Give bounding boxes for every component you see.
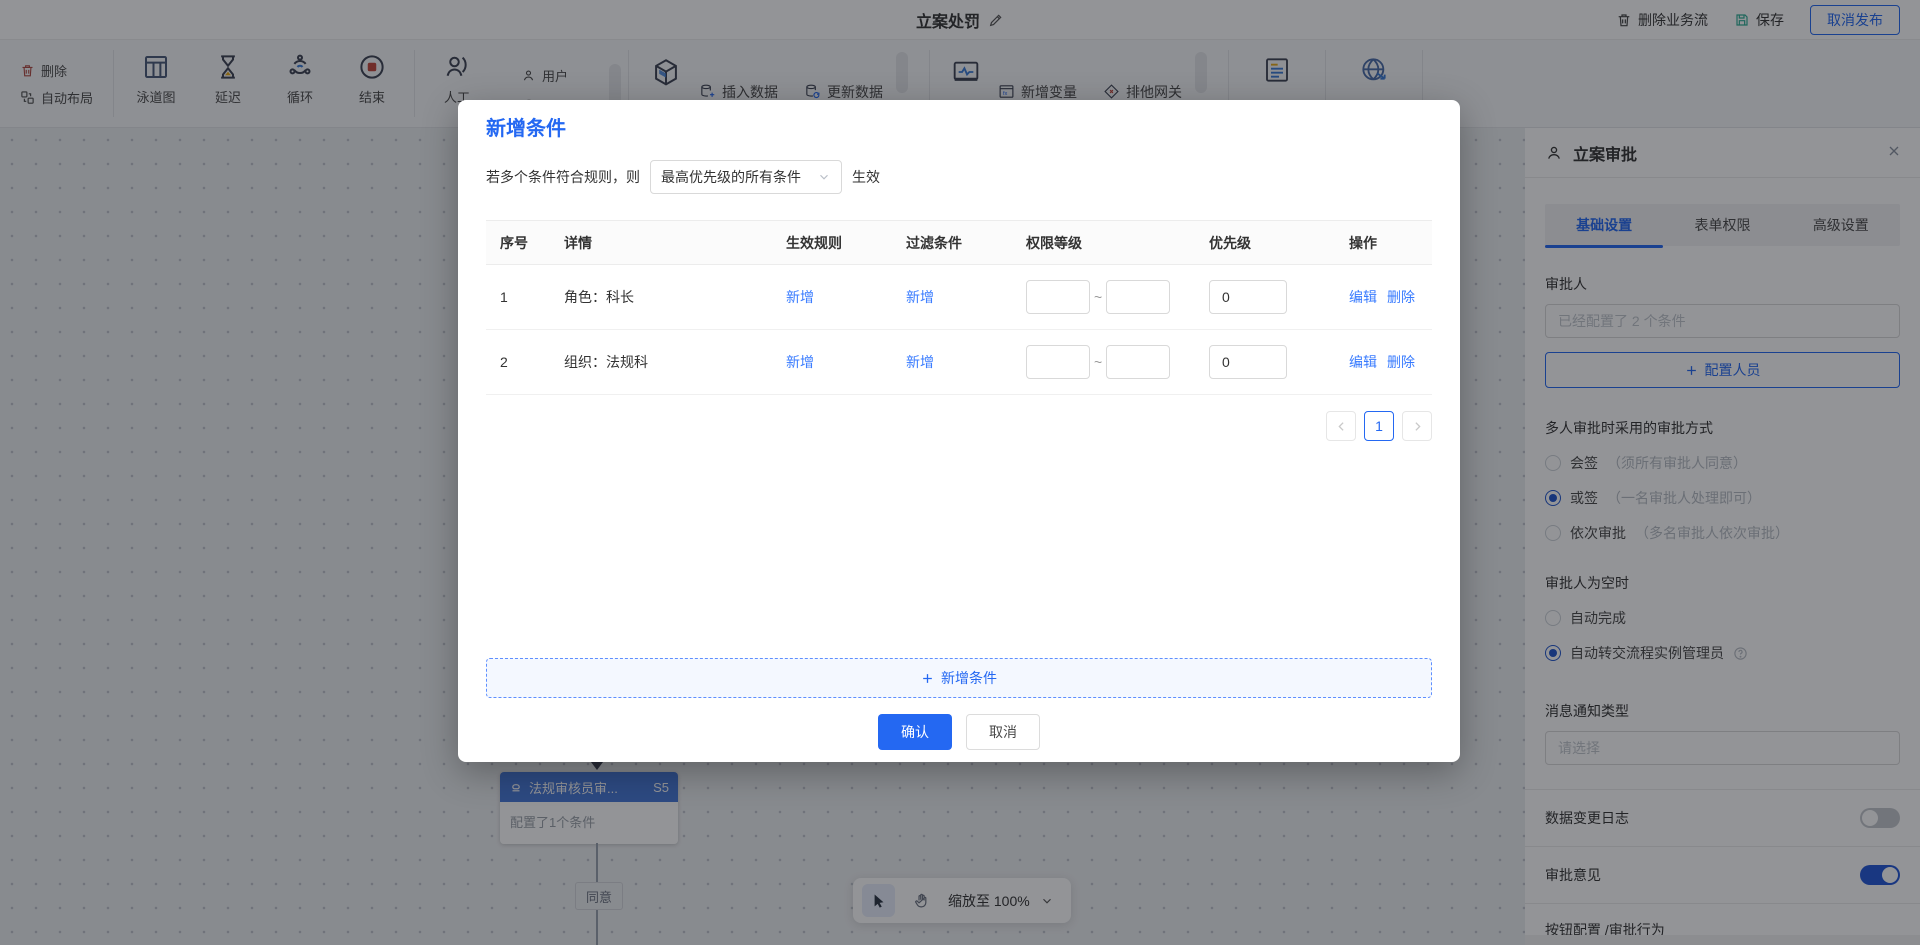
rule-select-value: 最高优先级的所有条件 — [661, 167, 801, 187]
prev-page-button[interactable] — [1326, 411, 1356, 441]
col-header: 权限等级 — [1012, 233, 1195, 253]
modal-footer: 确认 取消 — [458, 714, 1460, 750]
edit-row-link[interactable]: 编辑 — [1349, 352, 1377, 372]
col-header: 生效规则 — [772, 233, 892, 253]
cell-detail: 角色：科长 — [550, 287, 772, 307]
priority-input[interactable] — [1209, 345, 1287, 379]
col-header: 优先级 — [1195, 233, 1335, 253]
plus-icon — [921, 672, 934, 685]
cell-actions: 编辑 删除 — [1335, 352, 1432, 372]
range-separator: ~ — [1094, 354, 1102, 370]
add-filter-link[interactable]: 新增 — [906, 287, 934, 307]
add-effective-rule-link[interactable]: 新增 — [786, 287, 814, 307]
rule-select[interactable]: 最高优先级的所有条件 — [650, 160, 842, 194]
add-filter-link[interactable]: 新增 — [906, 352, 934, 372]
col-header: 过滤条件 — [892, 233, 1012, 253]
delete-row-link[interactable]: 删除 — [1387, 287, 1415, 307]
range-min-input[interactable] — [1026, 280, 1090, 314]
rule-suffix: 生效 — [852, 167, 880, 187]
app: 立案处罚 删除业务流 保存 取消发布 删除 — [0, 0, 1920, 945]
col-header: 详情 — [550, 233, 772, 253]
edit-row-link[interactable]: 编辑 — [1349, 287, 1377, 307]
add-condition-label: 新增条件 — [941, 668, 997, 688]
cell-no: 1 — [486, 289, 550, 305]
range-max-input[interactable] — [1106, 345, 1170, 379]
cell-permission-range: ~ — [1012, 280, 1195, 314]
add-condition-modal: 新增条件 若多个条件符合规则，则 最高优先级的所有条件 生效 序号 详情 生效规… — [458, 100, 1460, 762]
range-max-input[interactable] — [1106, 280, 1170, 314]
cell-actions: 编辑 删除 — [1335, 287, 1432, 307]
delete-row-link[interactable]: 删除 — [1387, 352, 1415, 372]
priority-input[interactable] — [1209, 280, 1287, 314]
col-header: 操作 — [1335, 233, 1432, 253]
chevron-down-icon — [817, 170, 831, 184]
rule-prefix: 若多个条件符合规则，则 — [486, 167, 640, 187]
cell-permission-range: ~ — [1012, 345, 1195, 379]
chevron-left-icon — [1335, 420, 1348, 433]
table-row: 2 组织：法规科 新增 新增 ~ 编辑 删除 — [486, 330, 1432, 395]
pagination: 1 — [486, 411, 1432, 441]
modal-title: 新增条件 — [486, 100, 1432, 141]
confirm-button[interactable]: 确认 — [878, 714, 952, 750]
page-1-button[interactable]: 1 — [1364, 411, 1394, 441]
cell-detail: 组织：法规科 — [550, 352, 772, 372]
col-header: 序号 — [486, 233, 550, 253]
table-row: 1 角色：科长 新增 新增 ~ 编辑 删除 — [486, 265, 1432, 330]
rule-row: 若多个条件符合规则，则 最高优先级的所有条件 生效 — [486, 160, 1432, 194]
next-page-button[interactable] — [1402, 411, 1432, 441]
conditions-table: 序号 详情 生效规则 过滤条件 权限等级 优先级 操作 1 角色：科长 新增 新… — [486, 220, 1432, 395]
range-min-input[interactable] — [1026, 345, 1090, 379]
cell-no: 2 — [486, 354, 550, 370]
table-header-row: 序号 详情 生效规则 过滤条件 权限等级 优先级 操作 — [486, 221, 1432, 265]
chevron-right-icon — [1411, 420, 1424, 433]
add-effective-rule-link[interactable]: 新增 — [786, 352, 814, 372]
cancel-button[interactable]: 取消 — [966, 714, 1040, 750]
range-separator: ~ — [1094, 289, 1102, 305]
add-condition-button[interactable]: 新增条件 — [486, 658, 1432, 698]
